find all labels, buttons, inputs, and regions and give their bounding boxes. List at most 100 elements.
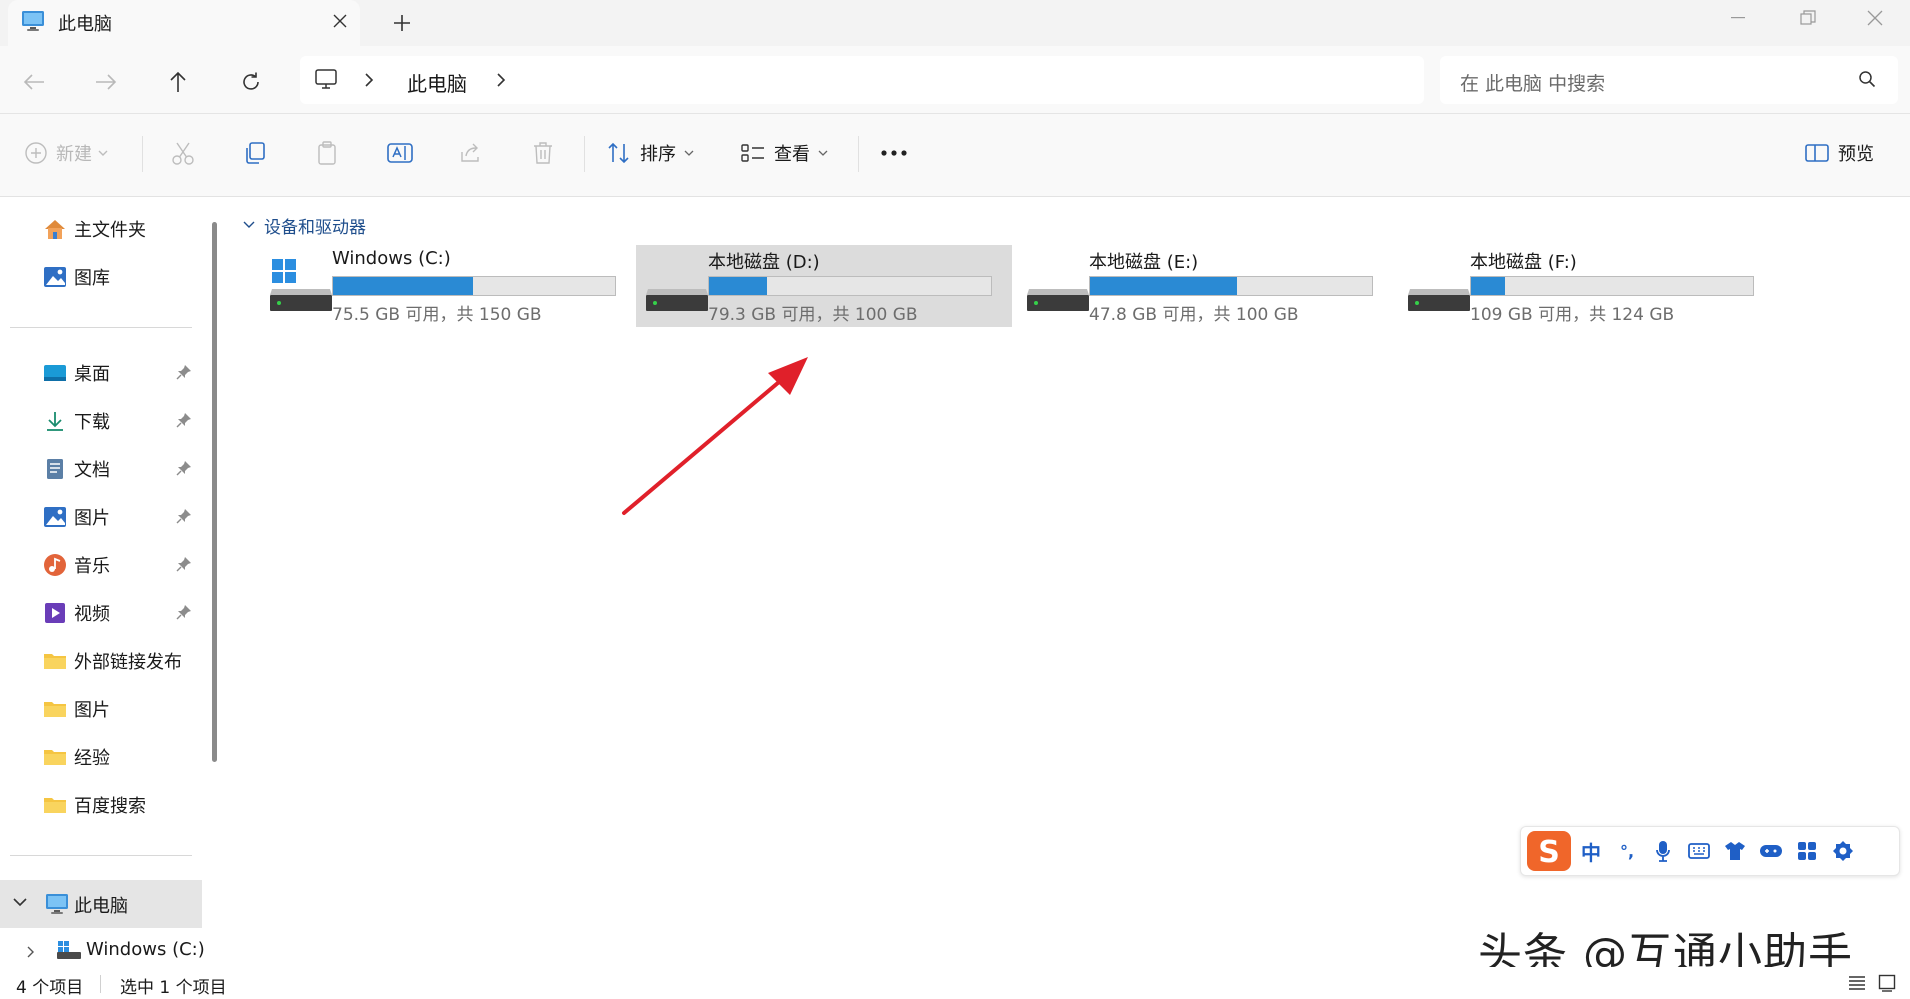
drive-tile-c[interactable]: Windows (C:) 75.5 GB 可用，共 150 GB [260, 245, 636, 327]
restore-button[interactable] [1773, 0, 1843, 36]
drive-name: Windows (C:) [332, 248, 451, 269]
search-input[interactable]: 在 此电脑 中搜索 [1440, 56, 1898, 104]
drive-usage-fill [709, 277, 768, 295]
address-toolbar: 此电脑 在 此电脑 中搜索 [0, 46, 1910, 114]
hard-drive-icon [1406, 259, 1472, 315]
chevron-down-icon [684, 150, 694, 156]
drive-tile-e[interactable]: 本地磁盘 (E:) 47.8 GB 可用，共 100 GB [1017, 245, 1393, 327]
drive-free-space: 79.3 GB 可用，共 100 GB [708, 305, 918, 325]
sort-button[interactable]: 排序 [606, 134, 694, 172]
chevron-down-icon [98, 150, 108, 156]
cut-button[interactable] [170, 134, 196, 172]
pin-icon[interactable] [176, 508, 192, 524]
forward-button[interactable] [86, 62, 126, 102]
pin-icon[interactable] [176, 364, 192, 380]
ime-logo-letter: S [1538, 835, 1560, 870]
close-tab-button[interactable] [326, 7, 354, 35]
apps-icon[interactable] [1793, 837, 1821, 865]
arrow-up-icon [170, 71, 186, 92]
shirt-icon[interactable] [1721, 837, 1749, 865]
new-tab-button[interactable] [386, 7, 418, 39]
view-button[interactable]: 查看 [740, 134, 828, 172]
clipboard-icon [318, 141, 336, 165]
copy-button[interactable] [242, 134, 268, 172]
new-button[interactable]: 新建 [24, 134, 108, 172]
ime-punctuation-toggle[interactable]: °, [1613, 837, 1641, 865]
breadcrumb-this-pc[interactable]: 此电脑 [407, 68, 467, 97]
sidebar-item-desktop[interactable]: 桌面 [42, 356, 110, 390]
chevron-right-icon[interactable] [26, 945, 36, 959]
sort-label: 排序 [640, 144, 676, 165]
sidebar-item-label: 主文件夹 [74, 220, 146, 241]
rename-button[interactable] [386, 134, 414, 172]
sidebar-item-gallery[interactable]: 图库 [42, 260, 110, 294]
scissors-icon [172, 142, 194, 165]
settings-icon[interactable] [1829, 837, 1857, 865]
sidebar-item-downloads[interactable]: 下载 [42, 404, 110, 438]
tab-title: 此电脑 [58, 14, 112, 35]
pin-icon[interactable] [176, 556, 192, 572]
chevron-right-icon[interactable] [496, 72, 506, 88]
chevron-down-icon [818, 150, 828, 156]
sidebar-item-folder[interactable]: 图片 [42, 692, 110, 726]
tiles-view-icon[interactable] [1878, 974, 1896, 992]
title-bar: 此电脑 [0, 0, 1910, 46]
sidebar-item-folder[interactable]: 外部链接发布 [42, 644, 182, 678]
share-icon [461, 143, 479, 162]
delete-button[interactable] [530, 134, 556, 172]
close-window-button[interactable] [1840, 0, 1910, 36]
sidebar-scrollbar[interactable] [212, 222, 217, 762]
chevron-down-icon[interactable] [12, 896, 28, 908]
divider [10, 855, 192, 856]
refresh-icon [243, 72, 259, 90]
up-button[interactable] [158, 62, 198, 102]
details-view-icon[interactable] [1848, 975, 1866, 991]
more-icon [881, 150, 907, 156]
breadcrumb[interactable]: 此电脑 [300, 56, 1424, 104]
sidebar-item-label: 图片 [74, 508, 110, 529]
sidebar-item-folder[interactable]: 经验 [42, 740, 110, 774]
sidebar-item-videos[interactable]: 视频 [42, 596, 110, 630]
preview-pane-button[interactable]: 预览 [1804, 134, 1874, 172]
pin-icon[interactable] [176, 412, 192, 428]
share-button[interactable] [458, 134, 484, 172]
drive-usage-fill [1471, 277, 1506, 295]
sidebar-item-home[interactable]: 主文件夹 [42, 212, 146, 246]
ime-language-toggle[interactable]: 中 [1577, 837, 1605, 865]
search-icon[interactable] [1858, 70, 1876, 88]
plus-icon [394, 15, 410, 31]
back-button[interactable] [14, 62, 54, 102]
keyboard-icon[interactable] [1685, 837, 1713, 865]
drive-free-space: 109 GB 可用，共 124 GB [1470, 305, 1675, 325]
more-options-button[interactable] [880, 134, 908, 172]
annotation-arrow [622, 357, 808, 515]
gamepad-icon[interactable] [1757, 837, 1785, 865]
view-label: 查看 [774, 144, 810, 165]
item-count: 4 个项目 [16, 978, 84, 998]
paste-button[interactable] [314, 134, 340, 172]
sidebar-item-windows-c[interactable]: Windows (C:) [86, 939, 205, 960]
search-placeholder: 在 此电脑 中搜索 [1460, 73, 1606, 95]
drive-tile-f[interactable]: 本地磁盘 (F:) 109 GB 可用，共 124 GB [1398, 245, 1774, 327]
sidebar-item-documents[interactable]: 文档 [42, 452, 110, 486]
chevron-right-icon[interactable] [364, 72, 374, 88]
group-header-devices[interactable]: 设备和驱动器 [242, 212, 366, 238]
drive-name: 本地磁盘 (E:) [1089, 252, 1199, 273]
hard-drive-icon [644, 259, 710, 315]
restore-icon [1800, 10, 1816, 25]
minimize-icon [1731, 17, 1745, 19]
minimize-button[interactable] [1703, 0, 1773, 36]
drive-tile-d[interactable]: 本地磁盘 (D:) 79.3 GB 可用，共 100 GB [636, 245, 1012, 327]
sidebar-item-label: 桌面 [74, 364, 110, 385]
pin-icon[interactable] [176, 604, 192, 620]
microphone-icon[interactable] [1649, 837, 1677, 865]
tab-this-pc[interactable]: 此电脑 [8, 0, 360, 46]
sidebar-item-folder[interactable]: 百度搜索 [42, 788, 146, 822]
folder-icon [42, 744, 68, 770]
sogou-logo[interactable]: S [1525, 829, 1573, 873]
sidebar-item-pictures[interactable]: 图片 [42, 500, 110, 534]
sidebar-item-music[interactable]: 音乐 [42, 548, 110, 582]
pin-icon[interactable] [176, 460, 192, 476]
refresh-button[interactable] [231, 62, 271, 102]
folder-icon [42, 696, 68, 722]
